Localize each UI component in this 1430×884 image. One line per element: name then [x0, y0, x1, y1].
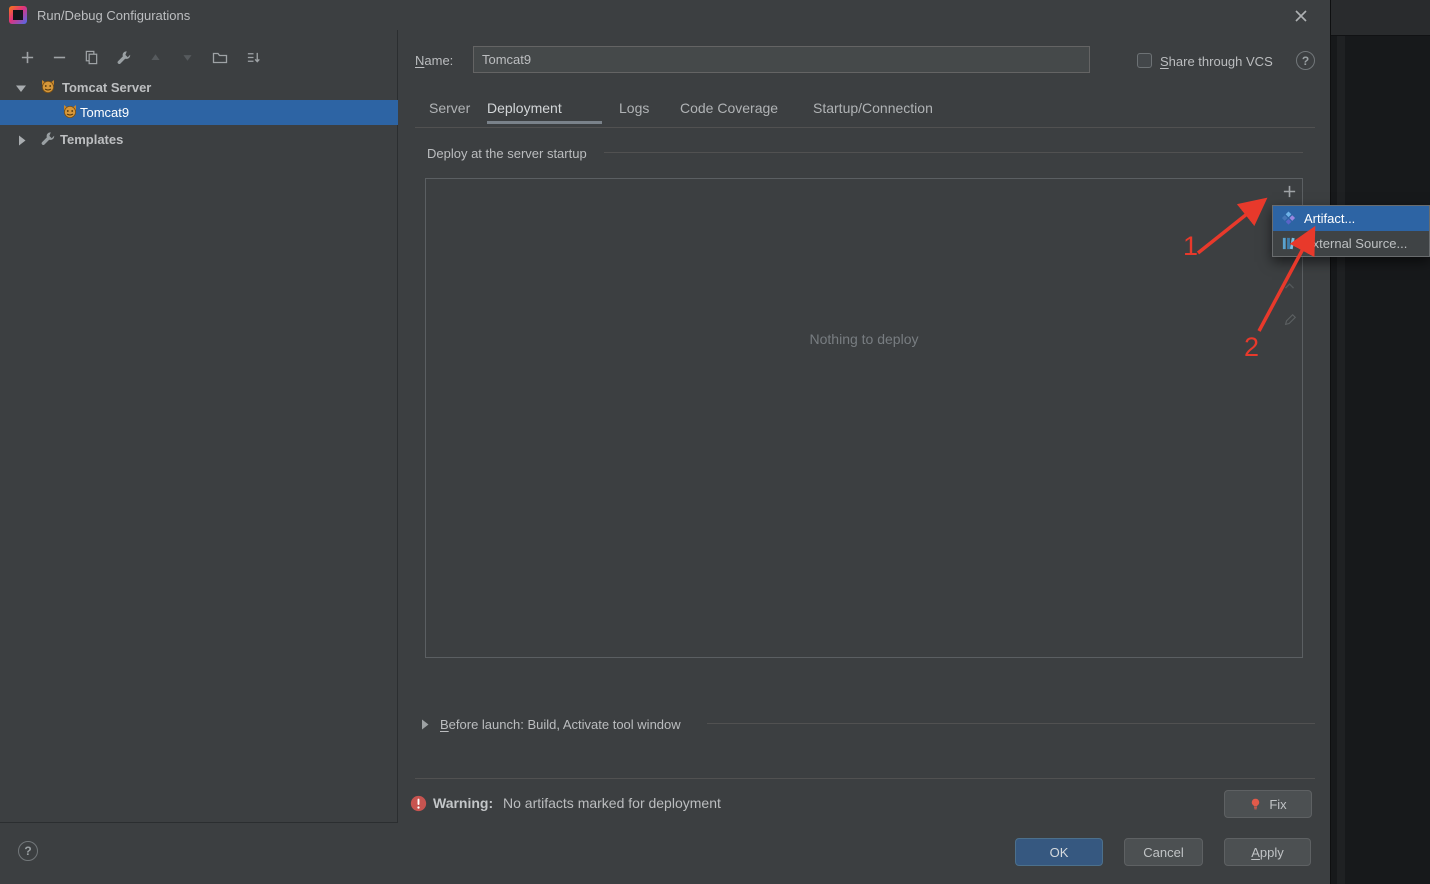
help-button[interactable]: ? [18, 841, 38, 861]
name-label: Name: [415, 53, 453, 68]
tree-group-tomcat-server[interactable]: Tomcat Server [0, 76, 398, 100]
cancel-button[interactable]: Cancel [1124, 838, 1203, 866]
remove-icon[interactable] [51, 49, 68, 66]
warning-title: Warning: [433, 795, 493, 811]
external-source-icon [1281, 236, 1296, 251]
run-debug-configurations-dialog: Run/Debug Configurations [0, 0, 1330, 884]
tree-item-label: Tomcat9 [80, 105, 129, 120]
tab-logs[interactable]: Logs [619, 100, 649, 116]
tab-deployment[interactable]: Deployment [487, 100, 562, 116]
background-ide-edge [1337, 36, 1345, 884]
sort-configurations-icon[interactable] [245, 49, 262, 66]
apply-button[interactable]: Apply [1224, 838, 1311, 866]
name-input[interactable] [473, 46, 1090, 73]
before-launch-line [707, 723, 1315, 724]
warning-message: No artifacts marked for deployment [503, 795, 721, 811]
ok-button[interactable]: OK [1015, 838, 1103, 866]
move-up-icon[interactable] [1281, 278, 1298, 295]
artifact-icon [1281, 211, 1296, 226]
empty-deploy-message: Nothing to deploy [426, 331, 1302, 347]
share-through-vcs-checkbox[interactable] [1137, 53, 1152, 68]
wrench-icon [40, 131, 55, 146]
edit-pencil-icon[interactable] [1281, 311, 1298, 328]
tab-code-coverage[interactable]: Code Coverage [680, 100, 778, 116]
intellij-logo-icon [9, 6, 27, 24]
bottom-separator [415, 778, 1315, 779]
popup-item-external-source[interactable]: External Source... [1273, 231, 1429, 256]
active-tab-underline [487, 121, 602, 124]
new-folder-icon[interactable] [211, 49, 228, 66]
tomcat-icon [62, 104, 78, 120]
popup-item-label: External Source... [1304, 236, 1407, 251]
deployment-list-panel: Nothing to deploy [425, 178, 1303, 658]
add-icon[interactable] [19, 49, 36, 66]
tree-group-label: Templates [60, 132, 123, 147]
help-icon[interactable]: ? [1296, 51, 1315, 70]
configurations-sidebar: Tomcat Server Tomcat9 Templates [0, 30, 398, 823]
tomcat-icon [40, 79, 56, 95]
tree-group-label: Tomcat Server [62, 80, 151, 95]
add-deployment-popup: Artifact... External Source... [1272, 205, 1430, 257]
dialog-title: Run/Debug Configurations [37, 8, 190, 23]
tree-item-tomcat9-selected[interactable]: Tomcat9 [0, 100, 398, 125]
popup-item-artifact[interactable]: Artifact... [1273, 206, 1429, 231]
chevron-down-icon[interactable] [16, 84, 26, 93]
background-ide-topbar [1331, 0, 1430, 36]
ok-button-label: OK [1050, 845, 1069, 860]
chevron-right-icon[interactable] [18, 135, 26, 146]
deploy-section-title: Deploy at the server startup [427, 146, 587, 161]
dialog-titlebar: Run/Debug Configurations [0, 0, 1330, 30]
fix-button-label: Fix [1269, 797, 1286, 812]
fix-button[interactable]: Fix [1224, 790, 1312, 818]
copy-icon[interactable] [83, 49, 100, 66]
apply-button-label: Apply [1251, 845, 1284, 860]
tab-server[interactable]: Server [429, 100, 470, 116]
close-icon[interactable] [1290, 5, 1312, 27]
tab-startup-connection[interactable]: Startup/Connection [813, 100, 933, 116]
tree-group-templates[interactable]: Templates [0, 128, 398, 152]
edit-defaults-wrench-icon[interactable] [115, 49, 132, 66]
warning-icon [410, 795, 427, 812]
cancel-button-label: Cancel [1143, 845, 1183, 860]
move-down-icon[interactable] [179, 49, 196, 66]
deploy-section-line [604, 152, 1303, 153]
before-launch-label[interactable]: Before launch: Build, Activate tool wind… [440, 717, 681, 732]
expand-triangle-icon[interactable] [421, 719, 429, 730]
background-ide-area [1330, 0, 1430, 884]
popup-item-label: Artifact... [1304, 211, 1355, 226]
add-deployment-icon[interactable] [1281, 183, 1298, 200]
quickfix-bulb-icon [1249, 797, 1262, 811]
share-through-vcs-label[interactable]: Share through VCS [1160, 54, 1273, 69]
move-up-icon[interactable] [147, 49, 164, 66]
tabs-separator [415, 127, 1315, 128]
